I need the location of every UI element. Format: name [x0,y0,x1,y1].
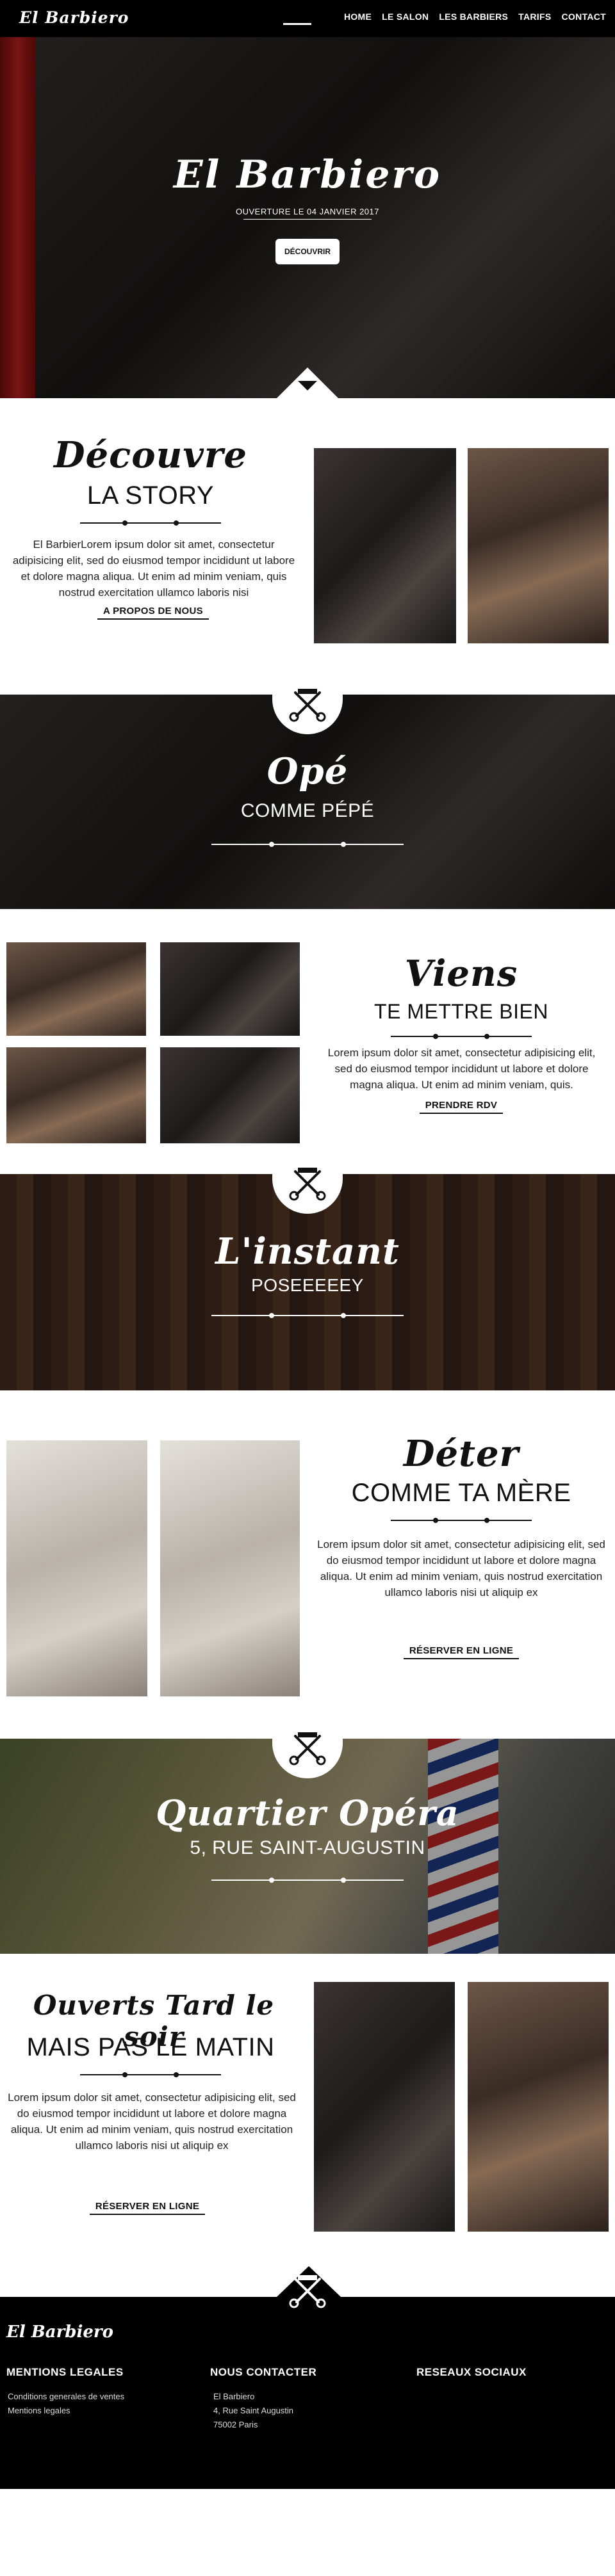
scissors-comb-icon [289,1168,326,1201]
nav-tarifs[interactable]: TARIFS [513,12,556,22]
footer-contact-city: 75002 Paris [213,2420,258,2429]
deter-text: Lorem ipsum dolor sit amet, consectetur … [317,1538,605,1598]
scissors-comb-icon [289,2275,326,2308]
take-appointment-link[interactable]: PRENDRE RDV [420,1100,503,1114]
ouverts-text: Lorem ipsum dolor sit amet, consectetur … [8,2091,296,2152]
nav-les-barbiers[interactable]: LES BARBIERS [434,12,513,22]
viens-photo-3 [6,1047,146,1143]
discover-button[interactable]: DÉCOUVRIR [275,239,340,264]
chevron-down-icon[interactable] [298,381,317,390]
menu-icon[interactable] [283,23,311,25]
top-navbar: El Barbiero HOME LE SALON LES BARBIERS T… [0,0,615,37]
instant-divider [211,1313,404,1318]
footer-legal-mentions-link[interactable]: Mentions legales [8,2406,70,2415]
instant-caps-title: POSEEEEEY [251,1275,364,1295]
footer-contact-street: 4, Rue Saint Augustin [213,2406,294,2415]
deter-divider [391,1518,532,1523]
quartier-divider [211,1878,404,1883]
scissors-comb-icon [289,689,326,722]
book-online-link-2[interactable]: RÉSERVER EN LIGNE [90,2201,205,2215]
ouverts-photo-bowl [314,1982,455,2232]
ouverts-divider [80,2072,221,2077]
deter-script-title: Déter [403,1433,520,1475]
about-us-link[interactable]: A PROPOS DE NOUS [97,606,209,620]
deter-photo-2 [160,1440,300,1696]
footer-legal-cgv-link[interactable]: Conditions generales de ventes [8,2392,124,2401]
hero-subtitle: OUVERTURE LE 04 JANVIER 2017 [235,207,379,216]
viens-photo-1 [6,942,146,1036]
footer-legal-title: MENTIONS LEGALES [6,2366,124,2378]
footer-contact-name: El Barbiero [213,2392,255,2401]
viens-text: Lorem ipsum dolor sit amet, consectetur … [327,1047,596,1091]
book-online-link-1[interactable]: RÉSERVER EN LIGNE [404,1645,519,1659]
ouverts-caps-title: MAIS PAS LE MATIN [26,2033,275,2061]
ouverts-photo-tools [468,1982,609,2232]
viens-script-title: Viens [404,953,518,995]
site-logo[interactable]: El Barbiero [19,8,129,27]
hero-image [0,37,615,398]
nav-le-salon[interactable]: LE SALON [377,12,434,22]
footer-contact-title: NOUS CONTACTER [210,2366,317,2378]
story-text: El BarbierLorem ipsum dolor sit amet, co… [12,538,295,599]
scissors-comb-icon [289,1732,326,1766]
deter-caps-title: COMME TA MÈRE [351,1479,571,1507]
viens-photo-2 [160,942,300,1036]
nav-home[interactable]: HOME [339,12,377,22]
main-nav: HOME LE SALON LES BARBIERS TARIFS CONTAC… [339,12,611,22]
quartier-script-title: Quartier Opéra [156,1792,459,1833]
footer-social-title: RESEAUX SOCIAUX [416,2366,527,2378]
story-caps-title: LA STORY [86,481,215,510]
footer: El Barbiero MENTIONS LEGALES Conditions … [0,2266,615,2489]
story-script-title: Découvre [53,434,248,476]
story-photo-barber [468,448,609,643]
nav-contact[interactable]: CONTACT [557,12,612,22]
story-divider [80,520,221,526]
deter-photo-1 [6,1440,147,1696]
hero-title: El Barbiero [173,152,442,197]
story-photo-haircut [314,448,456,643]
ope-caps-title: COMME PÉPÉ [240,800,375,821]
hero-subtitle-underline [243,219,372,220]
viens-divider [391,1034,532,1039]
viens-caps-title: TE METTRE BIEN [374,1000,548,1023]
ope-divider [211,842,404,847]
viens-photo-4 [160,1047,300,1143]
instant-script-title: L'instant [215,1230,400,1273]
quartier-caps-title: 5, RUE SAINT-AUGUSTIN [190,1837,425,1858]
ope-script-title: Opé [266,750,348,793]
page: El Barbiero HOME LE SALON LES BARBIERS T… [0,0,615,2576]
footer-logo[interactable]: El Barbiero [6,2322,113,2342]
